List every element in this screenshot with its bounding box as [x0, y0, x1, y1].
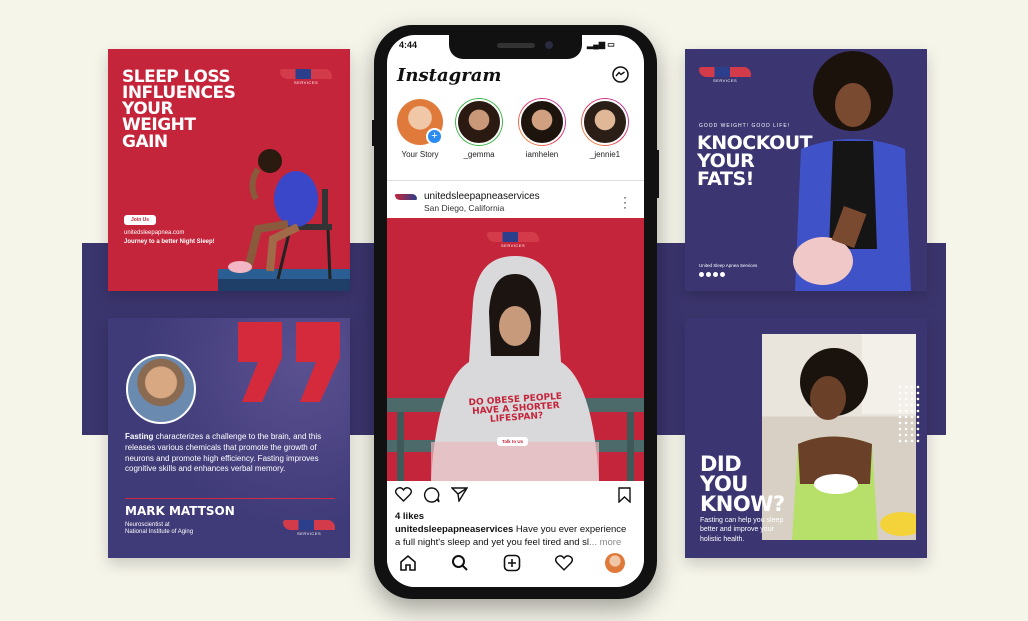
quote-text: Fasting characterizes a challenge to the…	[125, 432, 322, 474]
bookmark-icon[interactable]	[618, 487, 631, 503]
post-card-knockout[interactable]: SERVICES GOOD WEIGHT! GOOD LIFE! KNOCKOU…	[685, 49, 927, 291]
join-us-button[interactable]: Join Us	[124, 215, 157, 225]
messenger-icon[interactable]	[612, 66, 629, 83]
phone-side-button	[372, 120, 375, 146]
brand-logo: SERVICES	[283, 520, 335, 538]
social-icon[interactable]	[713, 272, 718, 277]
new-post-icon[interactable]	[503, 554, 521, 572]
speaker-name: MARK MATTSON	[125, 504, 235, 518]
add-story-icon[interactable]: +	[426, 128, 443, 145]
profile-avatar[interactable]	[605, 553, 625, 573]
social-icons	[699, 272, 725, 277]
phone-notch	[449, 35, 582, 59]
dot-pattern	[897, 384, 921, 444]
more-link[interactable]: ... more	[589, 537, 621, 548]
avatar-mark-mattson	[126, 354, 196, 424]
post-account-name[interactable]: unitedsleepapneaservices	[424, 191, 540, 202]
speaker-role-2: National Institute of Aging	[125, 529, 194, 535]
boxer-woman-illustration	[793, 51, 911, 291]
share-send-icon[interactable]	[451, 487, 468, 502]
post-image[interactable]: SERVICES DO OBESE PEOPLE HAVE A SHORTER …	[387, 218, 644, 481]
story-jennie1[interactable]: _jennie1	[580, 98, 630, 159]
bottom-navigation	[387, 549, 644, 587]
brand-logo: SERVICES	[487, 232, 539, 250]
card4-headline: DID YOU KNOW?	[700, 452, 785, 516]
search-icon[interactable]	[451, 554, 469, 572]
card1-tagline: Journey to a better Night Sleep!	[124, 239, 215, 245]
story-gemma[interactable]: _gemma	[454, 98, 504, 159]
app-title: Instagram	[397, 65, 502, 86]
activity-heart-icon[interactable]	[555, 555, 573, 571]
likes-count[interactable]: 4 likes	[395, 511, 424, 522]
social-icon[interactable]	[706, 272, 711, 277]
post-avatar[interactable]	[395, 192, 417, 202]
divider	[387, 180, 644, 181]
like-heart-icon[interactable]	[395, 487, 412, 502]
post-card-did-you-know[interactable]: DID YOU KNOW? Fasting can help you sleep…	[685, 318, 927, 558]
story-iamhelen[interactable]: iamhelen	[517, 98, 567, 159]
home-icon[interactable]	[399, 554, 417, 572]
hooded-woman-illustration	[431, 256, 599, 481]
brand-logo: SERVICES	[280, 69, 332, 87]
social-icon[interactable]	[699, 272, 704, 277]
status-icons: ▂▄▆ ▭	[587, 40, 615, 49]
story-your-story[interactable]: + Your Story	[395, 98, 445, 159]
instagram-screen: 4:44 ▂▄▆ ▭ Instagram + Your Story _gemma…	[387, 35, 644, 587]
post-options-icon[interactable]: · · ·	[623, 191, 627, 213]
post-location[interactable]: San Diego, California	[424, 203, 504, 213]
social-icon[interactable]	[720, 272, 725, 277]
card3-brand: United Sleep Apnea Services	[699, 263, 758, 268]
brand-logo: SERVICES	[699, 67, 751, 85]
phone-side-button	[656, 150, 659, 198]
woman-eating-photo	[762, 334, 916, 540]
status-time: 4:44	[399, 40, 418, 50]
quote-mark-icon	[238, 322, 340, 402]
card3-kicker: GOOD WEIGHT! GOOD LIFE!	[699, 123, 791, 129]
post-caption: unitedsleepapneaservices Have you ever e…	[395, 524, 627, 535]
post-caption-line2: a full night's sleep and yet you feel ti…	[395, 537, 622, 548]
card4-body: Fasting can help you sleep better and im…	[700, 517, 784, 543]
quote-card-mark-mattson[interactable]: Fasting characterizes a challenge to the…	[108, 318, 350, 558]
talk-to-us-button[interactable]: Talk to Us	[497, 437, 529, 446]
card1-website: unitedsleepapnea.com	[124, 230, 185, 236]
post-card-sleep-loss[interactable]: SLEEP LOSS INFLUENCES YOUR WEIGHT GAIN S…	[108, 49, 350, 291]
speaker-role-1: Neuroscientist at	[125, 522, 170, 528]
caption-username[interactable]: unitedsleepapneaservices	[395, 524, 513, 535]
woman-on-chair-illustration	[218, 149, 350, 291]
comment-icon[interactable]	[423, 487, 440, 503]
